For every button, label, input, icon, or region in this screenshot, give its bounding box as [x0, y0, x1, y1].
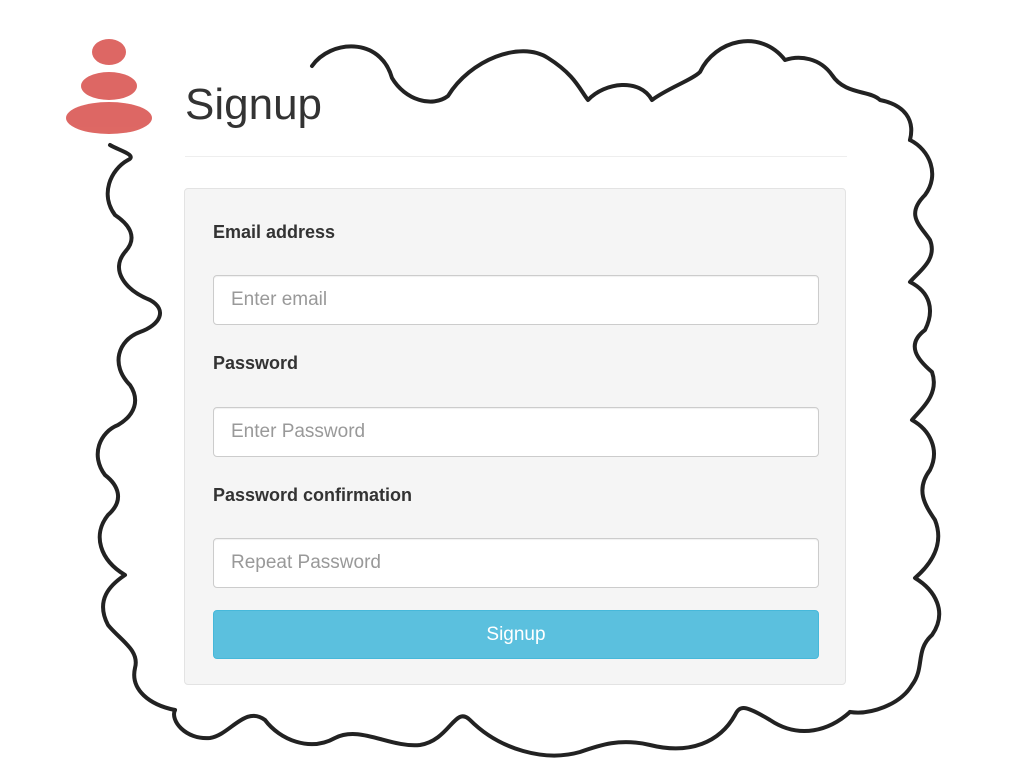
stacked-stones-icon	[66, 39, 152, 134]
signup-button[interactable]: Signup	[213, 610, 819, 659]
password-label: Password	[213, 353, 299, 373]
email-label: Email address	[213, 222, 336, 242]
email-field[interactable]	[213, 275, 819, 325]
password-confirmation-field[interactable]	[213, 538, 819, 588]
password-confirmation-label: Password confirmation	[213, 485, 413, 505]
title-divider	[185, 156, 847, 157]
signup-form: Email address Password Password confirma…	[184, 188, 846, 685]
page-title: Signup	[185, 80, 323, 129]
password-field[interactable]	[213, 407, 819, 457]
page: Signup Email address Password Password c…	[0, 0, 1024, 768]
